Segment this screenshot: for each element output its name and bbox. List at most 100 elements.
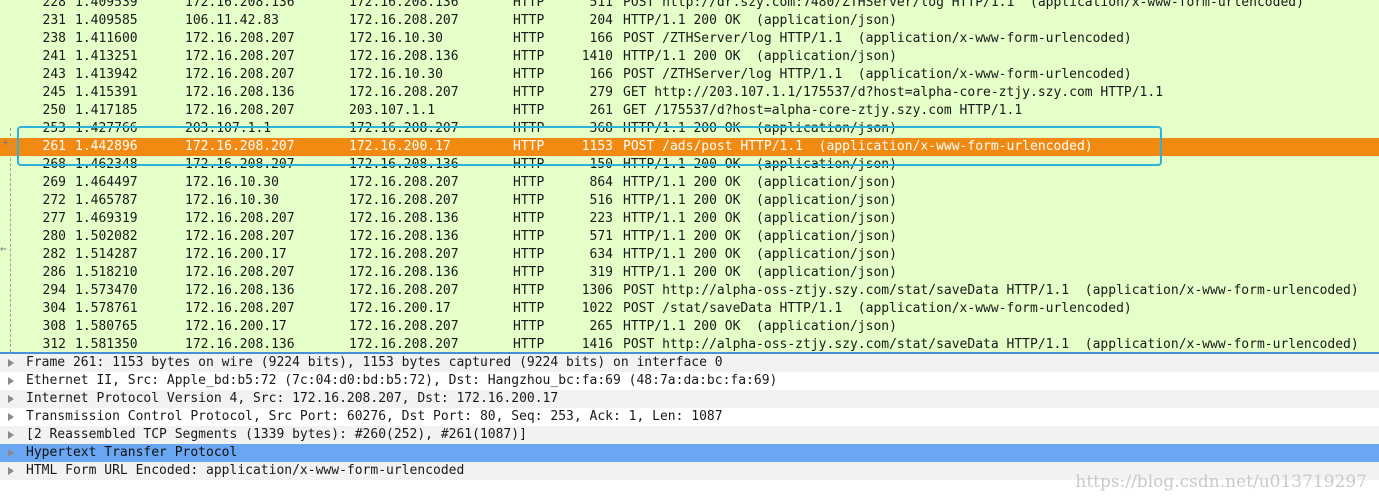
- packet-dst-cell: 172.16.208.136: [349, 265, 459, 280]
- packet-dst-cell: 203.107.1.1: [349, 103, 436, 118]
- packet-len-cell: 166: [589, 67, 613, 82]
- packet-dst-cell: 172.16.208.207: [349, 13, 459, 28]
- packet-info-cell: HTTP/1.1 200 OK (application/json): [623, 13, 897, 28]
- detail-tree-item-label: Hypertext Transfer Protocol: [26, 445, 238, 460]
- packet-no-cell: 243: [42, 67, 66, 82]
- related-packet-gutter: [10, 128, 11, 352]
- packet-info-cell: POST /stat/saveData HTTP/1.1 (applicatio…: [623, 301, 1132, 316]
- expand-triangle-icon[interactable]: [8, 377, 14, 385]
- packet-row[interactable]: 286 1.518210 172.16.208.207 172.16.208.136 H…: [0, 264, 1379, 282]
- packet-len-cell: 516: [589, 193, 613, 208]
- packet-proto-cell: HTTP: [513, 247, 545, 262]
- packet-src-cell: 172.16.200.17: [185, 247, 287, 262]
- packet-info-cell: GET http://203.107.1.1/175537/d?host=alp…: [623, 85, 1164, 100]
- packet-proto-cell: HTTP: [513, 319, 545, 334]
- packet-row[interactable]: 280 1.502082 172.16.208.207 172.16.208.136 H…: [0, 228, 1379, 246]
- packet-info-cell: HTTP/1.1 200 OK (application/json): [623, 49, 897, 64]
- packet-info-cell: POST http://dr.szy.com:7480/ZTHServer/lo…: [623, 0, 1304, 10]
- packet-info-cell: HTTP/1.1 200 OK (application/json): [623, 319, 897, 334]
- expand-triangle-icon[interactable]: [8, 431, 14, 439]
- packet-info-cell: POST http://alpha-oss-ztjy.szy.com/stat/…: [623, 283, 1359, 298]
- packet-time-cell: 1.442896: [75, 139, 138, 154]
- packet-proto-cell: HTTP: [513, 283, 545, 298]
- packet-proto-cell: HTTP: [513, 139, 545, 154]
- detail-tree-item[interactable]: [2 Reassembled TCP Segments (1339 bytes)…: [0, 426, 1379, 444]
- packet-src-cell: 172.16.208.207: [185, 139, 295, 154]
- packet-row[interactable]: 243 1.413942 172.16.208.207 172.16.10.30 HTT…: [0, 66, 1379, 84]
- packet-row[interactable]: 231 1.409585 106.11.42.83 172.16.208.207 HTT…: [0, 12, 1379, 30]
- watermark: https://blog.csdn.net/u013719297: [1075, 472, 1367, 492]
- expand-triangle-icon[interactable]: [8, 467, 14, 475]
- packet-src-cell: 172.16.208.207: [185, 301, 295, 316]
- packet-time-cell: 1.464497: [75, 175, 138, 190]
- packet-proto-cell: HTTP: [513, 67, 545, 82]
- packet-dst-cell: 172.16.208.136: [349, 157, 459, 172]
- packet-time-cell: 1.465787: [75, 193, 138, 208]
- detail-tree-item[interactable]: Ethernet II, Src: Apple_bd:b5:72 (7c:04:…: [0, 372, 1379, 390]
- packet-row[interactable]: 241 1.413251 172.16.208.207 172.16.208.136 H…: [0, 48, 1379, 66]
- packet-row[interactable]: 312 1.581350 172.16.208.136 172.16.208.207 H…: [0, 336, 1379, 352]
- packet-info-cell: HTTP/1.1 200 OK (application/json): [623, 175, 897, 190]
- packet-proto-cell: HTTP: [513, 229, 545, 244]
- packet-len-cell: 204: [589, 13, 613, 28]
- detail-tree-item[interactable]: Frame 261: 1153 bytes on wire (9224 bits…: [0, 354, 1379, 372]
- expand-triangle-icon[interactable]: [8, 413, 14, 421]
- packet-info-cell: HTTP/1.1 200 OK (application/json): [623, 265, 897, 280]
- detail-tree-item-label: Ethernet II, Src: Apple_bd:b5:72 (7c:04:…: [26, 373, 778, 388]
- packet-len-cell: 864: [589, 175, 613, 190]
- packet-len-cell: 166: [589, 31, 613, 46]
- detail-tree-item-label: [2 Reassembled TCP Segments (1339 bytes)…: [26, 427, 527, 442]
- packet-src-cell: 172.16.208.136: [185, 337, 295, 352]
- packet-row[interactable]: 228 1.409539 172.16.208.136 172.16.208.136 H…: [0, 0, 1379, 12]
- packet-dst-cell: 172.16.208.136: [349, 0, 459, 10]
- packet-row[interactable]: 294 1.573470 172.16.208.136 172.16.208.207 H…: [0, 282, 1379, 300]
- packet-len-cell: 1416: [581, 337, 613, 352]
- packet-row[interactable]: 304 1.578761 172.16.208.207 172.16.200.17 HT…: [0, 300, 1379, 318]
- packet-src-cell: 172.16.208.207: [185, 31, 295, 46]
- packet-dst-cell: 172.16.200.17: [349, 301, 451, 316]
- packet-row[interactable]: 261 1.442896 172.16.208.207 172.16.200.17 HT…: [0, 138, 1379, 156]
- packet-row[interactable]: 238 1.411600 172.16.208.207 172.16.10.30 HTT…: [0, 30, 1379, 48]
- detail-tree-item-label: HTML Form URL Encoded: application/x-www…: [26, 463, 465, 478]
- packet-time-cell: 1.413251: [75, 49, 138, 64]
- packet-time-cell: 1.518210: [75, 265, 138, 280]
- packet-proto-cell: HTTP: [513, 211, 545, 226]
- packet-time-cell: 1.409539: [75, 0, 138, 10]
- packet-time-cell: 1.409585: [75, 13, 138, 28]
- detail-tree-item[interactable]: Internet Protocol Version 4, Src: 172.16…: [0, 390, 1379, 408]
- packet-len-cell: 223: [589, 211, 613, 226]
- packet-len-cell: 1306: [581, 283, 613, 298]
- detail-tree-item[interactable]: Transmission Control Protocol, Src Port:…: [0, 408, 1379, 426]
- expand-triangle-icon[interactable]: [8, 449, 14, 457]
- packet-dst-cell: 172.16.208.136: [349, 229, 459, 244]
- packet-proto-cell: HTTP: [513, 49, 545, 64]
- packet-dst-cell: 172.16.208.207: [349, 319, 459, 334]
- expand-triangle-icon[interactable]: [8, 359, 14, 367]
- packet-src-cell: 172.16.10.30: [185, 193, 279, 208]
- packet-len-cell: 1410: [581, 49, 613, 64]
- packet-row[interactable]: 282 1.514287 172.16.200.17 172.16.208.207 HT…: [0, 246, 1379, 264]
- packet-list[interactable]: 228 1.409539 172.16.208.136 172.16.208.136 H…: [0, 0, 1379, 352]
- packet-time-cell: 1.580765: [75, 319, 138, 334]
- packet-src-cell: 172.16.208.207: [185, 265, 295, 280]
- detail-tree-item[interactable]: Hypertext Transfer Protocol: [0, 444, 1379, 462]
- packet-dst-cell: 172.16.10.30: [349, 67, 443, 82]
- packet-row[interactable]: 250 1.417185 172.16.208.207 203.107.1.1 HTTP…: [0, 102, 1379, 120]
- packet-row[interactable]: 272 1.465787 172.16.10.30 172.16.208.207 HTT…: [0, 192, 1379, 210]
- packet-row[interactable]: 269 1.464497 172.16.10.30 172.16.208.207 HTT…: [0, 174, 1379, 192]
- packet-row[interactable]: 277 1.469319 172.16.208.207 172.16.208.136 H…: [0, 210, 1379, 228]
- packet-proto-cell: HTTP: [513, 193, 545, 208]
- packet-no-cell: 250: [42, 103, 66, 118]
- expand-triangle-icon[interactable]: [8, 395, 14, 403]
- packet-row[interactable]: 308 1.580765 172.16.200.17 172.16.208.207 HT…: [0, 318, 1379, 336]
- packet-row[interactable]: 268 1.462348 172.16.208.207 172.16.208.136 H…: [0, 156, 1379, 174]
- packet-len-cell: 279: [589, 85, 613, 100]
- packet-proto-cell: HTTP: [513, 265, 545, 280]
- packet-len-cell: 265: [589, 319, 613, 334]
- packet-src-cell: 172.16.208.136: [185, 0, 295, 10]
- packet-row[interactable]: 253 1.427766 203.107.1.1 172.16.208.207 HTTP…: [0, 120, 1379, 138]
- packet-time-cell: 1.469319: [75, 211, 138, 226]
- packet-src-cell: 172.16.208.207: [185, 157, 295, 172]
- detail-tree-item-label: Internet Protocol Version 4, Src: 172.16…: [26, 391, 559, 406]
- packet-row[interactable]: 245 1.415391 172.16.208.136 172.16.208.207 H…: [0, 84, 1379, 102]
